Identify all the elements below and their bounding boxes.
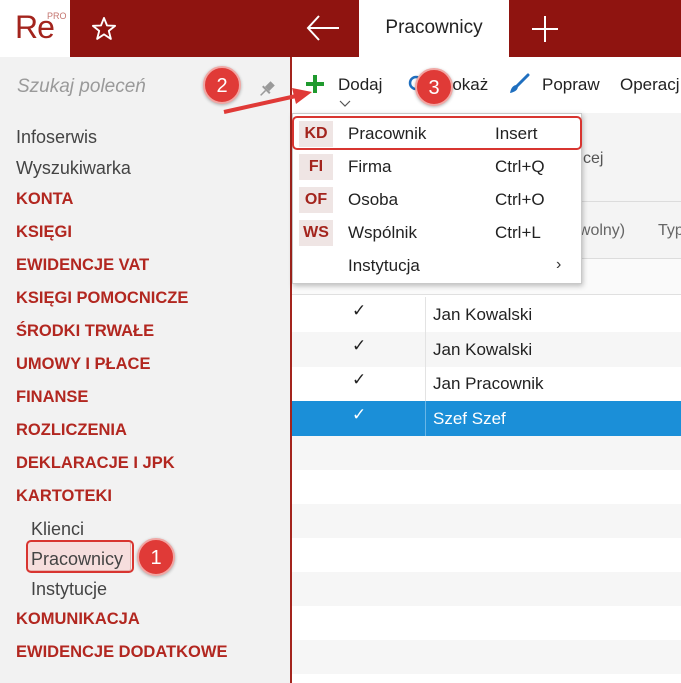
sidebar-item-kartoteki[interactable]: KARTOTEKI (16, 483, 227, 516)
menu-shortcut: Ctrl+L (495, 223, 541, 242)
empty-row (292, 538, 681, 572)
callout-arrow-icon (223, 88, 312, 114)
table-row-selected[interactable]: ✓ Szef Szef (292, 401, 681, 436)
sidebar-item-wyszukiwarka[interactable]: Wyszukiwarka (16, 155, 227, 186)
back-arrow-icon[interactable] (305, 13, 341, 43)
submenu-arrow-icon: › (556, 256, 562, 273)
tab-pracownicy[interactable]: Pracownicy (359, 0, 509, 57)
row-name: Jan Kowalski (433, 340, 533, 359)
tab-label: Pracownicy (385, 17, 483, 38)
command-search-input[interactable]: Szukaj poleceń (17, 76, 146, 98)
empty-row (292, 572, 681, 606)
logo-badge: PRO (47, 11, 67, 21)
sidebar-item-rozliczenia[interactable]: ROZLICZENIA (16, 417, 227, 450)
sidebar-nav: Infoserwis Wyszukiwarka KONTA KSIĘGI EWI… (16, 124, 227, 672)
sidebar-item-instytucje[interactable]: Instytucje (16, 576, 227, 606)
sidebar-item-umowy-i-place[interactable]: UMOWY I PŁACE (16, 351, 227, 384)
top-bar: Re PRO Pracownicy (0, 0, 681, 57)
app-logo: Re PRO (0, 0, 70, 57)
sidebar-item-ewidencje-dodatkowe[interactable]: EWIDENCJE DODATKOWE (16, 639, 227, 672)
callout-1: 1 (137, 538, 175, 576)
add-button[interactable]: Dodaj (338, 75, 382, 95)
column-separator (425, 401, 426, 436)
menu-shortcut: Ctrl+O (495, 190, 545, 209)
callout-3: 3 (415, 68, 453, 106)
sidebar-item-ksiegi[interactable]: KSIĘGI (16, 219, 227, 252)
row-check: ✓ (352, 405, 367, 424)
new-tab-plus-icon[interactable] (529, 13, 561, 45)
row-name: Jan Kowalski (433, 305, 533, 324)
menu-item-instytucja[interactable]: Instytucja › (293, 250, 581, 283)
sidebar-item-finanse[interactable]: FINANSE (16, 384, 227, 417)
menu-item-firma[interactable]: FI Firma Ctrl+Q (293, 151, 581, 184)
column-header-type[interactable]: Typ (658, 222, 681, 240)
menu-shortcut: Ctrl+Q (495, 157, 545, 176)
table-row[interactable]: ✓ Jan Pracownik (292, 366, 681, 401)
brush-icon[interactable] (508, 73, 530, 95)
sidebar-item-infoserwis[interactable]: Infoserwis (16, 124, 227, 155)
menu-label: Wspólnik (348, 223, 417, 242)
row-check: ✓ (352, 370, 367, 389)
menu-item-osoba[interactable]: OF Osoba Ctrl+O (293, 184, 581, 217)
empty-row (292, 470, 681, 504)
column-separator (425, 366, 426, 401)
column-separator (425, 332, 426, 367)
column-separator (425, 297, 426, 332)
menu-label: Firma (348, 157, 392, 176)
menu-item-highlight (292, 116, 582, 150)
empty-row (292, 640, 681, 674)
row-check: ✓ (352, 336, 367, 355)
empty-row (292, 606, 681, 640)
header-partial-text: cej (583, 150, 604, 167)
sidebar-item-srodki-trwale[interactable]: ŚRODKI TRWAŁE (16, 318, 227, 351)
menu-label: Instytucja (348, 256, 420, 275)
menu-badge: FI (299, 154, 333, 180)
sidebar-item-deklaracje-i-jpk[interactable]: DEKLARACJE I JPK (16, 450, 227, 483)
edit-button[interactable]: Popraw (542, 75, 600, 95)
sidebar-item-ewidencje-vat[interactable]: EWIDENCJE VAT (16, 252, 227, 285)
empty-row (292, 436, 681, 470)
operations-button[interactable]: Operacj (620, 75, 680, 95)
sidebar-item-komunikacja[interactable]: KOMUNIKACJA (16, 606, 227, 639)
menu-label: Osoba (348, 190, 399, 209)
callout-highlight-pracownicy (26, 540, 134, 573)
menu-badge: WS (299, 220, 333, 246)
favorite-star-icon[interactable] (90, 15, 118, 43)
table-row[interactable]: ✓ Jan Kowalski (292, 332, 681, 367)
empty-row (292, 504, 681, 538)
sidebar-item-ksiegi-pomocnicze[interactable]: KSIĘGI POMOCNICZE (16, 285, 227, 318)
row-check: ✓ (352, 301, 367, 320)
sidebar-item-konta[interactable]: KONTA (16, 186, 227, 219)
table-row[interactable]: ✓ Jan Kowalski (292, 297, 681, 332)
row-name: Jan Pracownik (433, 374, 544, 393)
row-name: Szef Szef (433, 409, 506, 428)
chevron-down-icon[interactable] (339, 100, 351, 108)
menu-badge: OF (299, 187, 333, 213)
menu-item-wspolnik[interactable]: WS Wspólnik Ctrl+L (293, 217, 581, 250)
